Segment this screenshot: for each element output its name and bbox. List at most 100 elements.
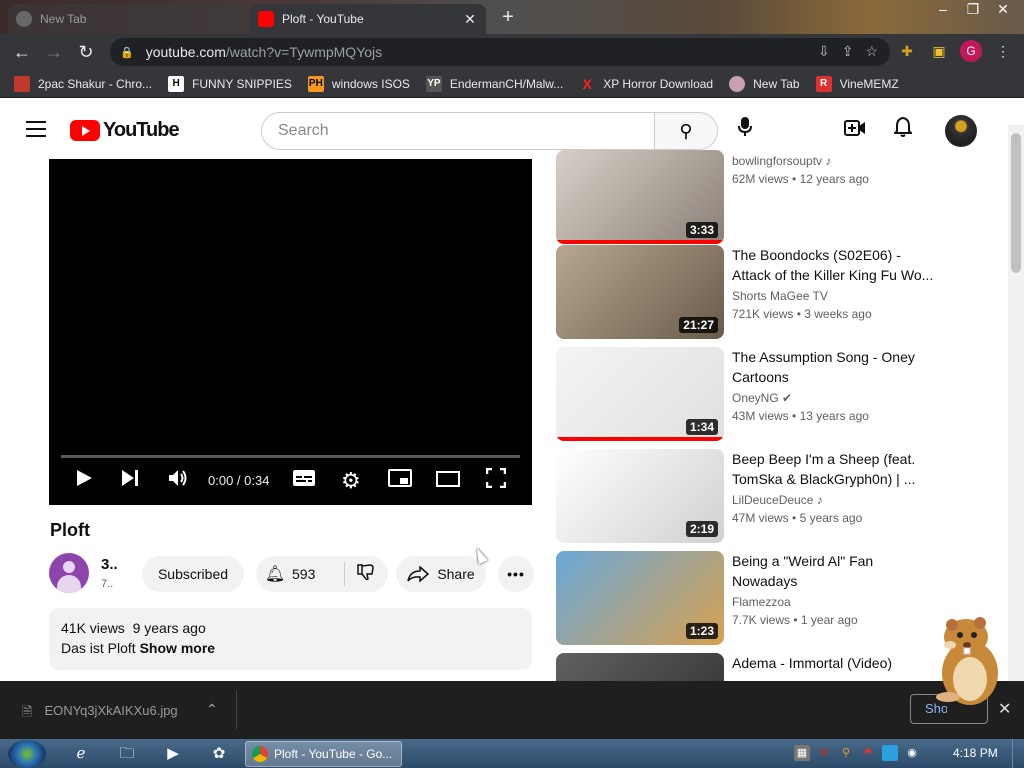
app-pinned-icon[interactable]: ✿ <box>208 743 230 765</box>
like-count: 593 <box>292 566 316 582</box>
bookmark-new-tab[interactable]: New Tab <box>729 75 800 92</box>
file-explorer-icon[interactable]: 🗀 <box>116 743 138 765</box>
download-item[interactable]: 🗎 EONYq3jXkAIKXu6.jpg <box>22 703 178 725</box>
bookmark-vinememz[interactable]: R VineMEMZ <box>815 75 899 92</box>
bookmark-star-icon[interactable]: ☆ <box>865 43 878 60</box>
tray-app-icon[interactable]: ▦ <box>794 745 810 761</box>
media-player-icon[interactable]: ▶ <box>162 743 184 765</box>
theater-mode-icon <box>436 471 460 487</box>
video-info: bowlingforsouptv ♪ 62M views • 12 years a… <box>732 150 942 186</box>
channel-name[interactable]: Shorts MaGee TV <box>732 289 828 303</box>
bookmark-xp-horror[interactable]: X XP Horror Download <box>579 76 714 92</box>
channel-name[interactable]: LilDeuceDeuce <box>732 493 813 507</box>
search-input[interactable]: Search <box>261 112 655 150</box>
channel-name[interactable]: bowlingforsouptv <box>732 154 822 168</box>
notifications-button[interactable] <box>890 116 916 143</box>
share-label: Share <box>437 566 475 582</box>
bookmark-funny-snippies[interactable]: H FUNNY SNIPPIES <box>168 75 292 92</box>
video-thumbnail[interactable]: 1:34 <box>556 347 724 441</box>
internet-explorer-icon[interactable]: ℯ <box>70 743 92 765</box>
menu-kebab-icon[interactable]: ⋮ <box>992 40 1014 62</box>
theater-mode-button[interactable] <box>436 468 460 494</box>
scrollbar-thumb[interactable] <box>1011 133 1021 273</box>
close-tab-icon[interactable]: ✕ <box>462 11 478 28</box>
tab-ploft-youtube[interactable]: Ploft - YouTube ✕ <box>250 4 486 34</box>
bookmark-endermanch[interactable]: YP EndermanCH/Malw... <box>425 75 563 92</box>
like-button[interactable]: 🔔︎ 593 <box>256 564 344 584</box>
subscribed-button[interactable]: Subscribed <box>142 556 244 592</box>
video-thumbnail[interactable]: 21:27 <box>556 245 724 339</box>
video-title[interactable]: Adema - Immortal (Video) <box>732 653 942 673</box>
tray-volume-icon[interactable]: ◉ <box>904 745 920 761</box>
video-thumbnail[interactable]: 1:23 <box>556 551 724 645</box>
video-title[interactable]: The Boondocks (S02E06) - Attack of the K… <box>732 245 942 285</box>
address-bar[interactable]: 🔒 youtube.com/watch?v=TywmpMQYojs ⇩ ⇪ ☆ <box>110 38 890 66</box>
share-button[interactable]: Share <box>396 556 486 592</box>
bookmark-2pac[interactable]: 2pac Shakur - Chro... <box>14 75 153 92</box>
dislike-button[interactable] <box>345 563 387 586</box>
minimize-button[interactable]: – <box>928 0 958 20</box>
bookmarks-bar: 2pac Shakur - Chro... H FUNNY SNIPPIES PH… <box>0 70 1024 98</box>
volume-button[interactable] <box>168 468 188 494</box>
start-button[interactable] <box>8 740 46 768</box>
miniplayer-button[interactable] <box>388 468 412 494</box>
hamburger-menu-icon[interactable] <box>26 121 46 137</box>
tray-v-icon[interactable]: V <box>816 745 832 761</box>
taskbar-clock: 4:18 PM <box>953 746 998 760</box>
channel-name[interactable]: 3.. <box>101 556 118 573</box>
suggested-video[interactable]: 3:33 bowlingforsouptv ♪ 62M views • 12 yea… <box>556 150 996 244</box>
show-desktop-button[interactable] <box>1012 739 1024 768</box>
settings-button[interactable]: ⚙ <box>341 468 361 494</box>
back-button[interactable]: ← <box>10 40 34 64</box>
close-window-button[interactable]: ✕ <box>988 0 1018 20</box>
tray-search-icon[interactable]: ⚲ <box>838 745 854 761</box>
channel-name[interactable]: Flamezzoa <box>732 595 791 609</box>
tray-network-icon[interactable] <box>882 745 898 761</box>
profile-avatar[interactable]: G <box>960 40 982 62</box>
new-tab-button[interactable]: + <box>496 6 520 30</box>
globe-icon <box>729 75 746 92</box>
reload-button[interactable]: ↻ <box>74 40 98 64</box>
video-thumbnail[interactable]: 3:33 <box>556 150 724 244</box>
more-actions-button[interactable]: ••• <box>498 556 534 592</box>
desktop-pet-hamster[interactable] <box>930 615 1010 710</box>
fullscreen-button[interactable] <box>485 467 507 494</box>
page-scrollbar[interactable] <box>1008 125 1024 681</box>
download-filename: EONYq3jXkAIKXu6.jpg <box>44 703 178 718</box>
tab-new-tab[interactable]: New Tab <box>8 4 248 34</box>
chevron-up-icon[interactable]: ⌃ <box>206 701 218 718</box>
channel-name[interactable]: OneyNG <box>732 391 779 405</box>
forward-button[interactable]: → <box>42 40 66 64</box>
bookmark-label: 2pac Shakur - Chro... <box>38 76 153 91</box>
share-icon[interactable]: ⇪ <box>842 43 854 60</box>
video-thumbnail[interactable]: 2:19 <box>556 449 724 543</box>
restore-button[interactable]: ❐ <box>958 0 988 20</box>
watched-progress-bar <box>556 240 724 244</box>
play-button[interactable] <box>75 468 93 494</box>
tray-flag-icon[interactable]: ⚑ <box>860 745 876 761</box>
taskbar-app-chrome[interactable]: Ploft - YouTube - Go... <box>245 741 402 767</box>
video-player[interactable]: 0:00 / 0:34 ⚙ <box>49 159 532 505</box>
next-button[interactable] <box>121 468 139 494</box>
install-icon[interactable]: ⇩ <box>818 43 830 60</box>
suggested-video[interactable]: 21:27 The Boondocks (S02E06) - Attack of … <box>556 245 996 339</box>
video-title[interactable]: Beep Beep I'm a Sheep (feat. TomSka & Bl… <box>732 449 942 489</box>
voice-search-button[interactable] <box>730 116 760 146</box>
bookmark-windows-isos[interactable]: PH windows ISOS <box>307 75 410 92</box>
search-button[interactable]: ⚲ <box>654 112 718 150</box>
channel-avatar[interactable] <box>49 553 89 593</box>
create-video-button[interactable] <box>842 117 868 143</box>
description-box[interactable]: 41K views 9 years ago Das ist Ploft Show… <box>49 608 532 670</box>
url-path: /watch?v=TywmpMQYojs <box>225 44 383 60</box>
user-avatar[interactable] <box>945 115 977 147</box>
subtitles-button[interactable] <box>292 468 316 494</box>
video-title[interactable]: The Assumption Song - Oney Cartoons <box>732 347 942 387</box>
side-panel-icon[interactable]: ▣ <box>928 40 950 62</box>
show-more-link[interactable]: Show more <box>140 640 215 656</box>
suggested-video[interactable]: 2:19 Beep Beep I'm a Sheep (feat. TomSka … <box>556 449 996 543</box>
video-progress-bar[interactable] <box>61 455 520 458</box>
suggested-video[interactable]: 1:34 The Assumption Song - Oney Cartoons O… <box>556 347 996 441</box>
youtube-logo[interactable]: YouTube <box>70 119 180 142</box>
video-title[interactable]: Being a "Weird Al" Fan Nowadays <box>732 551 942 591</box>
extensions-puzzle-icon[interactable]: ✚ <box>896 40 918 62</box>
